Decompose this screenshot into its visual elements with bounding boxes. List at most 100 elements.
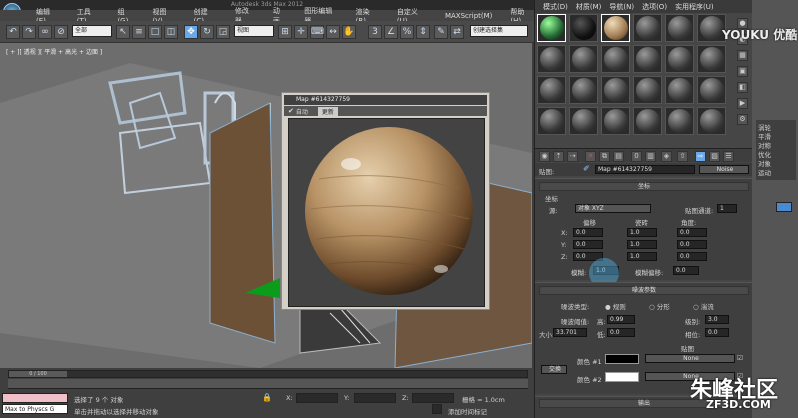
me-menu-options[interactable]: 选项(O) xyxy=(642,2,667,12)
keyboard-shortcut-icon[interactable]: ⌨ xyxy=(310,25,324,39)
sample-slot[interactable] xyxy=(633,107,662,135)
me-menu-material[interactable]: 材质(M) xyxy=(576,2,602,12)
go-to-parent-icon[interactable]: ⇧ xyxy=(677,151,688,162)
map-dialog-title[interactable]: Map #614327759 xyxy=(284,95,487,105)
mirror-icon[interactable]: ⇄ xyxy=(450,25,464,39)
options-icon[interactable]: ⚙ xyxy=(737,114,748,125)
me-menu-navigation[interactable]: 导航(N) xyxy=(609,2,634,12)
offset-x-field[interactable]: 0.0 xyxy=(573,228,603,237)
select-and-move-icon[interactable]: ✥ xyxy=(184,25,198,39)
angle-snap-icon[interactable]: ∠ xyxy=(384,25,398,39)
sample-slot[interactable] xyxy=(601,76,630,104)
coordinates-header[interactable]: 坐标 xyxy=(539,182,749,191)
color1-map-check[interactable]: ☑ xyxy=(737,354,743,362)
sample-slot[interactable] xyxy=(633,45,662,73)
me-menu-utilities[interactable]: 实用程序(U) xyxy=(675,2,714,12)
snap-3d-icon[interactable]: 3 xyxy=(368,25,382,39)
color1-map-button[interactable]: None xyxy=(645,354,735,363)
color2-swatch[interactable] xyxy=(605,372,639,382)
tiling-z-field[interactable]: 1.0 xyxy=(627,252,657,261)
time-slider[interactable]: 0 / 100 xyxy=(8,370,528,378)
noise-type-turbulence-radio[interactable]: ○ 湍流 xyxy=(693,301,714,311)
object-color-swatch[interactable] xyxy=(776,202,792,212)
sample-slot[interactable] xyxy=(569,76,598,104)
link-icon[interactable]: ∞ xyxy=(38,25,52,39)
color1-swatch[interactable] xyxy=(605,354,639,364)
sample-slot[interactable] xyxy=(665,45,694,73)
maxscript-button[interactable]: Max to Physcs G xyxy=(2,404,68,414)
sample-slot[interactable] xyxy=(697,76,726,104)
phase-field[interactable]: 0.0 xyxy=(705,328,729,337)
source-dropdown[interactable]: 对象 XYZ xyxy=(575,204,651,213)
noise-params-header[interactable]: 噪波参数 xyxy=(539,286,749,295)
sample-slot[interactable] xyxy=(537,76,566,104)
sample-slot[interactable] xyxy=(537,14,566,42)
sample-slot[interactable] xyxy=(633,76,662,104)
sample-slot[interactable] xyxy=(601,45,630,73)
y-coordinate-field[interactable] xyxy=(354,393,396,403)
pick-map-icon[interactable]: ✐ xyxy=(583,164,590,173)
selection-filter-dropdown[interactable]: 全部 xyxy=(72,25,112,37)
material-navigator-icon[interactable]: ☰ xyxy=(723,151,734,162)
go-forward-icon[interactable]: ⇨ xyxy=(695,151,706,162)
select-and-rotate-icon[interactable]: ↻ xyxy=(200,25,214,39)
sample-slot[interactable] xyxy=(537,45,566,73)
menu-maxscript[interactable]: MAXScript(M) xyxy=(445,12,492,20)
add-time-tag[interactable]: 添加时间标记 xyxy=(448,406,487,416)
pan-icon[interactable]: ✋ xyxy=(342,25,356,39)
select-manipulate-icon[interactable]: ↔ xyxy=(326,25,340,39)
sample-slot[interactable] xyxy=(601,107,630,135)
sample-slot[interactable] xyxy=(569,107,598,135)
angle-z-field[interactable]: 0.0 xyxy=(677,252,707,261)
noise-type-regular-radio[interactable]: ● 规则 xyxy=(605,301,626,311)
noise-type-fractal-radio[interactable]: ○ 分形 xyxy=(649,301,670,311)
high-field[interactable]: 0.99 xyxy=(607,315,635,324)
tiling-x-field[interactable]: 1.0 xyxy=(627,228,657,237)
sample-slot[interactable] xyxy=(665,76,694,104)
swap-button[interactable]: 交换 xyxy=(541,365,567,374)
lock-selection-icon[interactable]: 🔒 xyxy=(262,393,272,402)
map-name-field[interactable]: Map #614327759 xyxy=(595,165,695,174)
manipulate-icon[interactable]: ✛ xyxy=(294,25,308,39)
sample-slot[interactable] xyxy=(665,14,694,42)
time-slider-thumb[interactable]: 0 / 100 xyxy=(9,371,67,377)
time-tag-icon[interactable] xyxy=(432,404,442,414)
modifier-item[interactable]: 运动 xyxy=(758,167,771,177)
spinner-snap-icon[interactable]: ⇕ xyxy=(416,25,430,39)
auto-check-icon[interactable]: ✔ xyxy=(288,107,294,115)
sample-slot[interactable] xyxy=(665,107,694,135)
make-unique-icon[interactable]: ⧉ xyxy=(599,151,610,162)
uv-tiling-icon[interactable]: ▣ xyxy=(737,66,748,77)
get-material-icon[interactable]: ◉ xyxy=(539,151,550,162)
low-field[interactable]: 0.0 xyxy=(607,328,635,337)
sample-slot[interactable] xyxy=(633,14,662,42)
material-id-icon[interactable]: 0 xyxy=(631,151,642,162)
window-crossing-icon[interactable]: ◫ xyxy=(164,25,178,39)
pivot-icon[interactable]: ⊞ xyxy=(278,25,292,39)
sample-slot[interactable] xyxy=(569,45,598,73)
reset-map-icon[interactable]: ✕ xyxy=(585,151,596,162)
me-menu-mode[interactable]: 模式(D) xyxy=(543,2,568,12)
z-coordinate-field[interactable] xyxy=(412,393,454,403)
offset-y-field[interactable]: 0.0 xyxy=(573,240,603,249)
sample-slot[interactable] xyxy=(697,107,726,135)
reference-coord-dropdown[interactable]: 视图 xyxy=(234,25,274,37)
angle-y-field[interactable]: 0.0 xyxy=(677,240,707,249)
select-by-name-icon[interactable]: ≡ xyxy=(132,25,146,39)
select-by-material-icon[interactable]: ▨ xyxy=(709,151,720,162)
map-channel-field[interactable]: 1 xyxy=(717,204,737,213)
named-selection-icon[interactable]: ✎ xyxy=(434,25,448,39)
angle-x-field[interactable]: 0.0 xyxy=(677,228,707,237)
update-button[interactable]: 更新 xyxy=(317,106,338,116)
sample-slot[interactable] xyxy=(569,14,598,42)
show-end-result-icon[interactable]: ◈ xyxy=(661,151,672,162)
unlink-icon[interactable]: ⊘ xyxy=(54,25,68,39)
size-field[interactable]: 33.701 xyxy=(553,328,587,337)
track-bar[interactable] xyxy=(8,379,528,389)
rect-selection-icon[interactable]: □ xyxy=(148,25,162,39)
viewport-label[interactable]: [ + ][ 透视 ][ 平滑 + 高光 + 边面 ] xyxy=(6,47,102,56)
select-object-icon[interactable]: ↖ xyxy=(116,25,130,39)
video-check-icon[interactable]: ◧ xyxy=(737,82,748,93)
levels-field[interactable]: 3.0 xyxy=(705,315,729,324)
x-coordinate-field[interactable] xyxy=(296,393,338,403)
